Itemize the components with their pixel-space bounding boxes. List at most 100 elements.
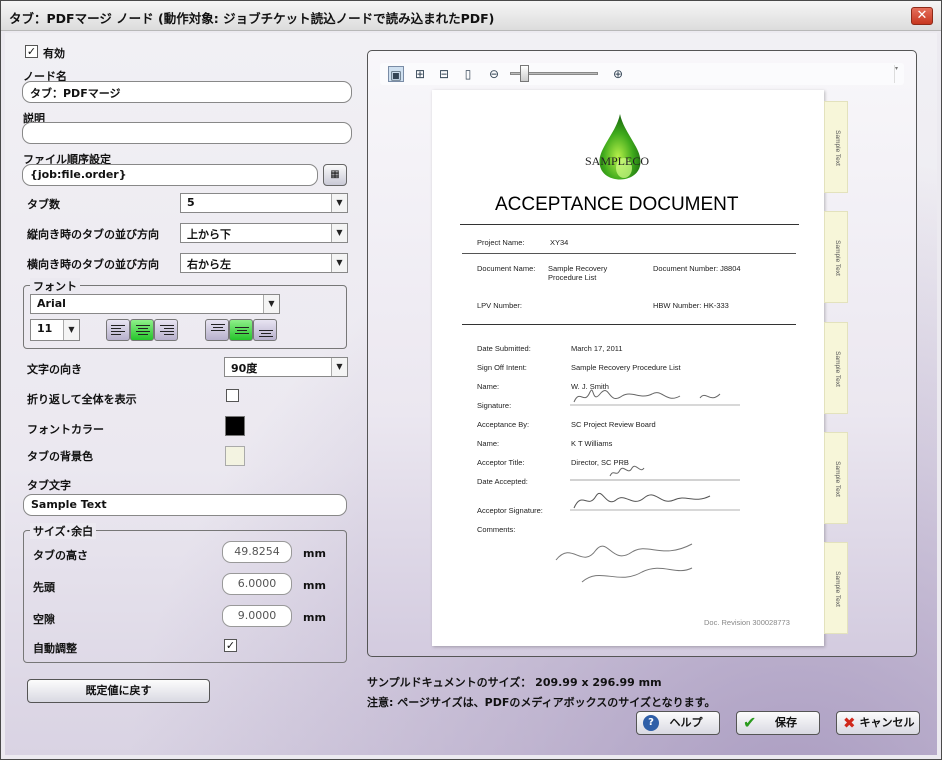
- scrollbar[interactable]: ▾: [894, 65, 903, 83]
- doc-value: K T Williams: [571, 439, 613, 448]
- image-icon[interactable]: ▣: [388, 66, 404, 82]
- close-button[interactable]: ✕: [911, 7, 933, 25]
- tab-count-label: タブ数: [27, 198, 60, 211]
- tab-count-select[interactable]: 5 ▼: [180, 193, 348, 213]
- fit-width-icon[interactable]: ⊟: [436, 66, 452, 82]
- chevron-down-icon: ▼: [263, 295, 279, 313]
- tab-height-unit: mm: [303, 547, 326, 560]
- font-name-select[interactable]: Arial ▼: [30, 294, 280, 314]
- doc-value: Procedure List: [548, 273, 597, 282]
- head-margin-label: 先頭: [33, 581, 55, 594]
- chevron-down-icon: ▼: [331, 358, 347, 376]
- valign-bottom-button[interactable]: [253, 319, 277, 341]
- valign-middle-button[interactable]: [229, 319, 253, 341]
- tab-count-value: 5: [187, 196, 195, 209]
- tab-text: Sample Text: [834, 240, 841, 276]
- node-name-input[interactable]: タブ：PDFマージ: [22, 81, 352, 103]
- wrap-checkbox[interactable]: [226, 389, 239, 402]
- gap-label: 空隙: [33, 613, 55, 626]
- doc-label: Document Name:: [477, 264, 536, 273]
- doc-label: Acceptance By:: [477, 420, 530, 429]
- cancel-x-icon: ✖: [843, 714, 856, 732]
- doc-label: Date Submitted:: [477, 344, 531, 353]
- single-page-icon[interactable]: ▯: [460, 66, 476, 82]
- portrait-direction-value: 上から下: [187, 228, 231, 241]
- auto-adjust-label: 自動調整: [33, 642, 77, 655]
- variable-icon: ▦: [330, 169, 340, 180]
- signature-2: [570, 493, 740, 511]
- sample-size-text: サンプルドキュメントのサイズ： 209.99 x 296.99 mm: [367, 676, 662, 689]
- align-center-button[interactable]: [130, 319, 154, 341]
- wrap-label: 折り返して全体を表示: [27, 393, 137, 406]
- tab-preview-5: Sample Text: [824, 542, 848, 634]
- doc-value: March 17, 2011: [571, 344, 623, 353]
- logo-drop-icon: [599, 114, 641, 180]
- gap-input[interactable]: 9.0000: [222, 605, 292, 627]
- landscape-direction-select[interactable]: 右から左 ▼: [180, 253, 348, 273]
- doc-label: Name:: [477, 382, 500, 391]
- font-color-swatch[interactable]: [225, 416, 245, 436]
- chevron-down-icon: ▼: [331, 254, 347, 272]
- align-right-button[interactable]: [154, 319, 178, 341]
- font-size-select[interactable]: 11 ▼: [30, 319, 80, 341]
- tab-preview-4: Sample Text: [824, 432, 848, 524]
- tab-bg-color-swatch[interactable]: [225, 446, 245, 466]
- logo-text: SAMPLECO: [585, 154, 650, 168]
- doc-label: LPV Number:: [477, 301, 523, 310]
- signature-1: [570, 389, 740, 406]
- doc-value: Sample Recovery: [548, 264, 608, 273]
- tab-preview-2: Sample Text: [824, 211, 848, 303]
- text-direction-value: 90度: [231, 362, 258, 375]
- tab-text: Sample Text: [834, 351, 841, 387]
- variable-picker-button[interactable]: ▦: [323, 164, 347, 186]
- title-bar[interactable]: タブ：PDFマージ ノード (動作対象: ジョブチケット読込ノードで読み込まれた…: [1, 1, 941, 31]
- size-group-title: サイズ･余白: [30, 523, 97, 539]
- doc-label: Signature:: [477, 401, 512, 410]
- font-name-value: Arial: [37, 297, 66, 310]
- zoom-out-icon[interactable]: ⊖: [486, 66, 502, 82]
- chevron-down-icon: ▼: [331, 224, 347, 242]
- dialog-window: タブ：PDFマージ ノード (動作対象: ジョブチケット読込ノードで読み込まれた…: [0, 0, 942, 760]
- head-margin-input[interactable]: 6.0000: [222, 573, 292, 595]
- font-group-title: フォント: [30, 278, 80, 294]
- doc-value: SC Project Review Board: [571, 420, 656, 429]
- auto-adjust-checkbox[interactable]: ✓: [224, 639, 237, 652]
- tab-text: Sample Text: [834, 571, 841, 607]
- window-title: タブ：PDFマージ ノード (動作対象: ジョブチケット読込ノードで読み込まれた…: [9, 11, 495, 26]
- zoom-slider-thumb[interactable]: [520, 65, 529, 82]
- help-button[interactable]: ? ヘルプ: [636, 711, 720, 735]
- tab-height-input[interactable]: 49.8254: [222, 541, 292, 563]
- font-size-value: 11: [37, 322, 53, 335]
- chevron-down-icon: ▼: [331, 194, 347, 212]
- comments-handwriting: [555, 543, 693, 583]
- doc-label: Date Accepted:: [477, 477, 528, 486]
- checkmark-icon: ✔: [743, 713, 757, 732]
- portrait-direction-select[interactable]: 上から下 ▼: [180, 223, 348, 243]
- description-input[interactable]: [22, 122, 352, 144]
- landscape-direction-label: 横向き時のタブの並び方向: [27, 258, 159, 271]
- tab-preview-3: Sample Text: [824, 322, 848, 414]
- doc-label: Comments:: [477, 525, 516, 534]
- cancel-button[interactable]: ✖ キャンセル: [836, 711, 920, 735]
- save-button[interactable]: ✔ 保存: [736, 711, 820, 735]
- file-order-input[interactable]: {job:file.order}: [22, 164, 318, 186]
- align-left-button[interactable]: [106, 319, 130, 341]
- font-color-label: フォントカラー: [27, 423, 104, 436]
- chevron-down-icon: ▼: [63, 320, 79, 340]
- text-direction-label: 文字の向き: [27, 363, 82, 376]
- reset-defaults-button[interactable]: 既定値に戻す: [27, 679, 210, 703]
- help-button-label: ヘルプ: [669, 716, 703, 729]
- help-icon: ?: [643, 715, 659, 731]
- note-text: 注意: ページサイズは、PDFのメディアボックスのサイズとなります。: [367, 696, 716, 709]
- document-title: ACCEPTANCE DOCUMENT: [495, 194, 739, 215]
- zoom-in-icon[interactable]: ⊕: [610, 66, 626, 82]
- head-margin-unit: mm: [303, 579, 326, 592]
- valign-top-button[interactable]: [205, 319, 229, 341]
- fit-page-icon[interactable]: ⊞: [412, 66, 428, 82]
- save-button-label: 保存: [775, 716, 797, 729]
- doc-label: Name:: [477, 439, 500, 448]
- portrait-direction-label: 縦向き時のタブの並び方向: [27, 228, 159, 241]
- text-direction-select[interactable]: 90度 ▼: [224, 357, 348, 377]
- tab-text-input[interactable]: Sample Text: [23, 494, 347, 516]
- enabled-checkbox[interactable]: ✓: [25, 45, 38, 58]
